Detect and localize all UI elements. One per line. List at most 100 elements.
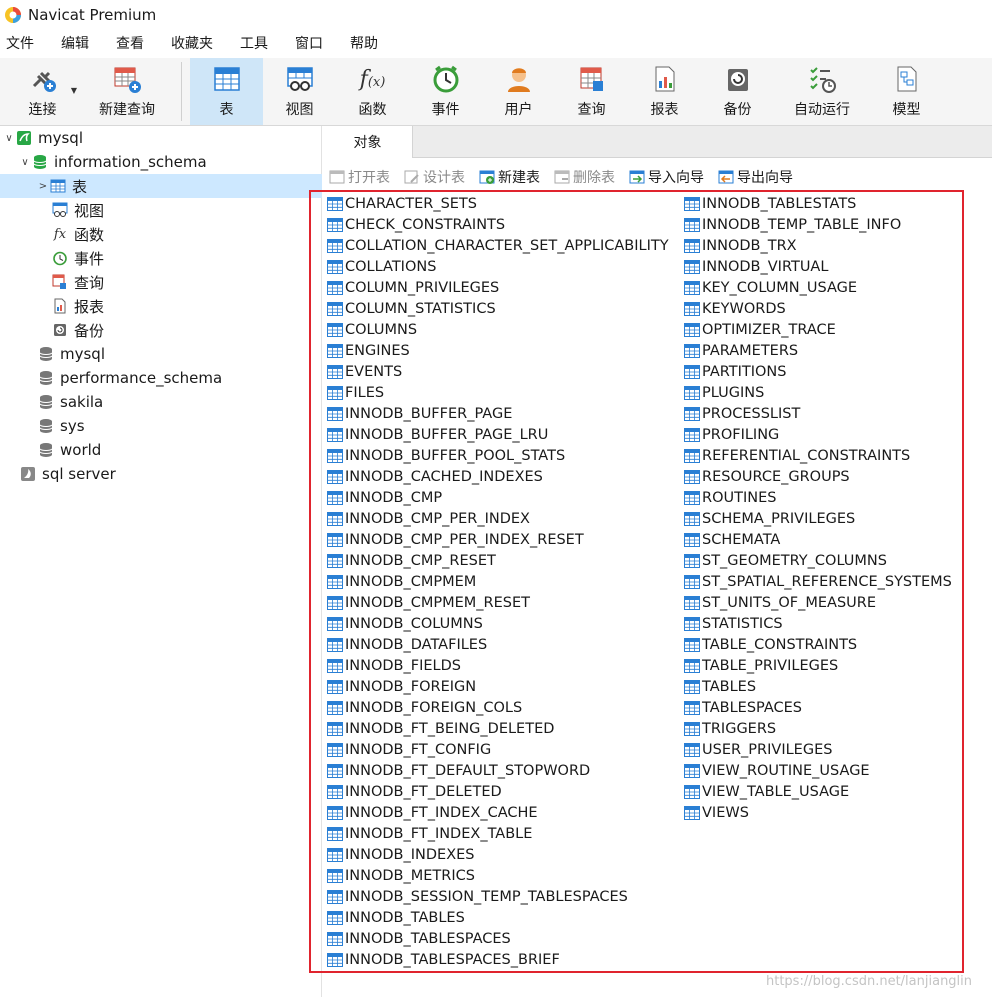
table-list-item[interactable]: INNODB_CMPMEM_RESET — [327, 592, 669, 613]
table-list-item[interactable]: PROCESSLIST — [684, 403, 952, 424]
tree-node-performance-schema[interactable]: performance_schema — [0, 366, 322, 390]
tree-node-sys[interactable]: sys — [0, 414, 322, 438]
tree-node-views[interactable]: 视图 — [0, 198, 322, 222]
expand-arrow-icon[interactable]: > — [36, 181, 50, 192]
table-list-item[interactable]: ST_GEOMETRY_COLUMNS — [684, 550, 952, 571]
table-button[interactable]: 表 — [190, 58, 263, 125]
menu-file[interactable]: 文件 — [0, 30, 40, 58]
table-list-item[interactable]: ST_SPATIAL_REFERENCE_SYSTEMS — [684, 571, 952, 592]
table-list-item[interactable]: INNODB_BUFFER_PAGE_LRU — [327, 424, 669, 445]
query-button[interactable]: 查询 — [555, 58, 628, 125]
menu-window[interactable]: 窗口 — [289, 30, 329, 58]
collapse-arrow-icon[interactable]: ∨ — [2, 133, 16, 144]
tree-node-mysql-connection[interactable]: ∨ mysql — [0, 126, 322, 150]
table-list-item[interactable]: INNODB_TABLES — [327, 907, 669, 928]
table-list-item[interactable]: INNODB_FT_INDEX_CACHE — [327, 802, 669, 823]
event-button[interactable]: 事件 — [409, 58, 482, 125]
table-list-item[interactable]: SCHEMATA — [684, 529, 952, 550]
table-list-item[interactable]: REFERENTIAL_CONSTRAINTS — [684, 445, 952, 466]
table-list-item[interactable]: INNODB_BUFFER_POOL_STATS — [327, 445, 669, 466]
table-list-item[interactable]: PLUGINS — [684, 382, 952, 403]
table-list-item[interactable]: VIEW_TABLE_USAGE — [684, 781, 952, 802]
tree-node-information-schema[interactable]: ∨ information_schema — [0, 150, 322, 174]
tab-objects[interactable]: 对象 — [323, 126, 413, 158]
table-list-item[interactable]: CHARACTER_SETS — [327, 193, 669, 214]
table-list-item[interactable]: TABLESPACES — [684, 697, 952, 718]
report-button[interactable]: 报表 — [628, 58, 701, 125]
table-list-item[interactable]: STATISTICS — [684, 613, 952, 634]
connect-button[interactable]: 连接 ▼ — [6, 58, 79, 125]
view-button[interactable]: 视图 — [263, 58, 336, 125]
connect-dropdown-icon[interactable]: ▼ — [71, 86, 77, 95]
table-list-item[interactable]: INNODB_CACHED_INDEXES — [327, 466, 669, 487]
table-list-item[interactable]: RESOURCE_GROUPS — [684, 466, 952, 487]
tree-node-backups[interactable]: 备份 — [0, 318, 322, 342]
table-list-item[interactable]: INNODB_DATAFILES — [327, 634, 669, 655]
table-list-item[interactable]: TABLE_CONSTRAINTS — [684, 634, 952, 655]
tree-node-events[interactable]: 事件 — [0, 246, 322, 270]
table-list-item[interactable]: KEYWORDS — [684, 298, 952, 319]
import-wizard-button[interactable]: 导入向导 — [629, 167, 704, 187]
function-button[interactable]: f(x) 函数 — [336, 58, 409, 125]
tree-node-functions[interactable]: fx 函数 — [0, 222, 322, 246]
table-list-item[interactable]: COLUMNS — [327, 319, 669, 340]
automation-button[interactable]: 自动运行 — [774, 58, 870, 125]
tree-node-queries[interactable]: 查询 — [0, 270, 322, 294]
new-query-button[interactable]: 新建查询 — [79, 58, 175, 125]
backup-button[interactable]: 备份 — [701, 58, 774, 125]
table-list-item[interactable]: INNODB_BUFFER_PAGE — [327, 403, 669, 424]
table-list-item[interactable]: INNODB_TRX — [684, 235, 952, 256]
table-list-item[interactable]: CHECK_CONSTRAINTS — [327, 214, 669, 235]
menu-view[interactable]: 查看 — [110, 30, 150, 58]
design-table-button[interactable]: 设计表 — [404, 167, 465, 187]
new-table-button[interactable]: 新建表 — [479, 167, 540, 187]
table-list-item[interactable]: TABLES — [684, 676, 952, 697]
table-list-item[interactable]: PARTITIONS — [684, 361, 952, 382]
table-list-item[interactable]: ENGINES — [327, 340, 669, 361]
collapse-arrow-icon[interactable]: ∨ — [18, 157, 32, 168]
open-table-button[interactable]: 打开表 — [329, 167, 390, 187]
table-list-item[interactable]: ROUTINES — [684, 487, 952, 508]
export-wizard-button[interactable]: 导出向导 — [718, 167, 793, 187]
table-list-item[interactable]: FILES — [327, 382, 669, 403]
table-list-item[interactable]: TRIGGERS — [684, 718, 952, 739]
table-list-item[interactable]: INNODB_FIELDS — [327, 655, 669, 676]
table-list-item[interactable]: TABLE_PRIVILEGES — [684, 655, 952, 676]
user-button[interactable]: 用户 — [482, 58, 555, 125]
table-list-item[interactable]: COLUMN_STATISTICS — [327, 298, 669, 319]
table-list-item[interactable]: INNODB_FT_CONFIG — [327, 739, 669, 760]
table-list-item[interactable]: INNODB_SESSION_TEMP_TABLESPACES — [327, 886, 669, 907]
table-list-item[interactable]: INNODB_CMP — [327, 487, 669, 508]
model-button[interactable]: 模型 — [870, 58, 943, 125]
menu-tools[interactable]: 工具 — [234, 30, 274, 58]
table-list-item[interactable]: INNODB_FT_INDEX_TABLE — [327, 823, 669, 844]
tree-node-world[interactable]: world — [0, 438, 322, 462]
table-list-item[interactable]: INNODB_COLUMNS — [327, 613, 669, 634]
table-list-item[interactable]: INNODB_FOREIGN — [327, 676, 669, 697]
table-list-item[interactable]: PROFILING — [684, 424, 952, 445]
table-list-item[interactable]: EVENTS — [327, 361, 669, 382]
table-list-item[interactable]: INNODB_FT_BEING_DELETED — [327, 718, 669, 739]
table-list-item[interactable]: PARAMETERS — [684, 340, 952, 361]
table-list-item[interactable]: USER_PRIVILEGES — [684, 739, 952, 760]
table-list-item[interactable]: OPTIMIZER_TRACE — [684, 319, 952, 340]
table-list-item[interactable]: INNODB_TABLESPACES_BRIEF — [327, 949, 669, 970]
tree-node-mysql-db[interactable]: mysql — [0, 342, 322, 366]
table-list-item[interactable]: INNODB_CMP_PER_INDEX — [327, 508, 669, 529]
table-list-item[interactable]: COLUMN_PRIVILEGES — [327, 277, 669, 298]
table-list-item[interactable]: KEY_COLUMN_USAGE — [684, 277, 952, 298]
table-list-item[interactable]: VIEWS — [684, 802, 952, 823]
table-list-item[interactable]: INNODB_CMP_RESET — [327, 550, 669, 571]
table-list-item[interactable]: INNODB_INDEXES — [327, 844, 669, 865]
tree-node-tables[interactable]: > 表 — [0, 174, 322, 198]
table-list-item[interactable]: INNODB_TEMP_TABLE_INFO — [684, 214, 952, 235]
table-list-item[interactable]: INNODB_TABLESPACES — [327, 928, 669, 949]
table-list-item[interactable]: INNODB_FT_DELETED — [327, 781, 669, 802]
menu-edit[interactable]: 编辑 — [55, 30, 95, 58]
table-list-item[interactable]: SCHEMA_PRIVILEGES — [684, 508, 952, 529]
tree-node-sakila[interactable]: sakila — [0, 390, 322, 414]
table-list-item[interactable]: ST_UNITS_OF_MEASURE — [684, 592, 952, 613]
table-list-item[interactable]: INNODB_CMP_PER_INDEX_RESET — [327, 529, 669, 550]
table-list-item[interactable]: COLLATION_CHARACTER_SET_APPLICABILITY — [327, 235, 669, 256]
table-list-item[interactable]: COLLATIONS — [327, 256, 669, 277]
